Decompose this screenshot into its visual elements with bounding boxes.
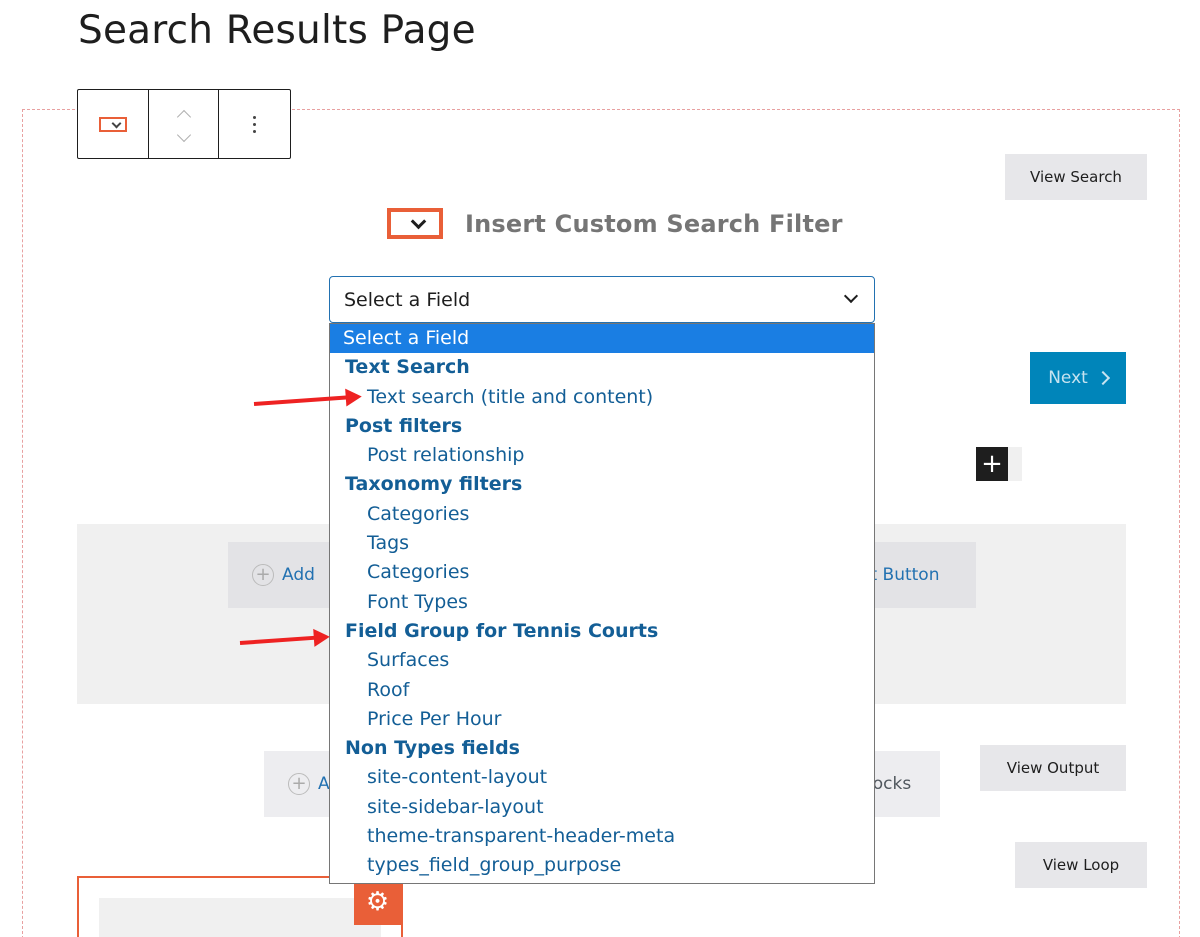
dropdown-group-label: Non Types fields: [345, 737, 520, 760]
add-block-button[interactable]: +: [976, 447, 1008, 481]
field-select-value: Select a Field: [344, 288, 471, 311]
dropdown-option[interactable]: Post relationship: [330, 441, 874, 470]
filter-header: Insert Custom Search Filter: [387, 208, 843, 239]
dropdown-option[interactable]: Tags: [330, 529, 874, 558]
custom-search-filter-icon: [387, 208, 443, 239]
dropdown-option[interactable]: Roof: [330, 676, 874, 705]
more-vertical-icon: [253, 115, 257, 133]
dropdown-group-label: Field Group for Tennis Courts: [345, 619, 659, 642]
page-title: Search Results Page: [78, 8, 476, 53]
dropdown-option[interactable]: Price Per Hour: [330, 705, 874, 734]
chevron-right-icon: [1095, 370, 1110, 386]
dropdown-group-label: Text Search: [345, 356, 470, 379]
next-label: Next: [1048, 368, 1088, 388]
filter-title: Insert Custom Search Filter: [465, 209, 843, 238]
field-select-dropdown: Select a Field Text Search Text search (ti…: [329, 323, 875, 884]
dropdown-option[interactable]: Categories: [330, 558, 874, 587]
dropdown-option[interactable]: Categories: [330, 500, 874, 529]
block-toolbar: [77, 89, 291, 159]
block-type-button[interactable]: [78, 90, 149, 158]
dropdown-option[interactable]: site-sidebar-layout: [330, 793, 874, 822]
dropdown-option[interactable]: site-content-layout: [330, 763, 874, 792]
dropdown-option[interactable]: Text search (title and content): [330, 383, 874, 412]
add-circle-icon: +: [288, 773, 310, 795]
dropdown-option[interactable]: Font Types: [330, 588, 874, 617]
spinner-control[interactable]: [1008, 447, 1022, 481]
dropdown-option[interactable]: theme-transparent-header-meta: [330, 822, 874, 851]
view-search-button[interactable]: View Search: [1005, 154, 1147, 200]
chevron-down-icon: [843, 288, 859, 304]
dropdown-group-label: Post filters: [345, 414, 463, 437]
chevron-down-icon[interactable]: [176, 127, 191, 143]
add-label: Add: [282, 565, 315, 585]
next-button[interactable]: Next: [1030, 352, 1126, 404]
gear-icon[interactable]: ⚙: [354, 879, 401, 925]
custom-search-filter-icon: [98, 116, 127, 132]
add-circle-icon: +: [252, 564, 274, 586]
view-loop-button[interactable]: View Loop: [1015, 842, 1147, 888]
block-options-button[interactable]: [219, 90, 290, 158]
chevron-up-icon[interactable]: [176, 109, 191, 125]
view-output-button[interactable]: View Output: [980, 745, 1126, 791]
dropdown-option[interactable]: Surfaces: [330, 646, 874, 675]
dropdown-group-label: Taxonomy filters: [345, 473, 523, 496]
plus-icon: +: [981, 449, 1003, 479]
dropdown-option[interactable]: types_field_group_purpose: [330, 851, 874, 880]
add-label: A: [318, 774, 330, 794]
dropdown-option[interactable]: Select a Field: [330, 324, 874, 354]
loop-placeholder: [99, 898, 381, 937]
block-mover[interactable]: [149, 90, 220, 158]
field-select[interactable]: Select a Field: [329, 276, 875, 323]
